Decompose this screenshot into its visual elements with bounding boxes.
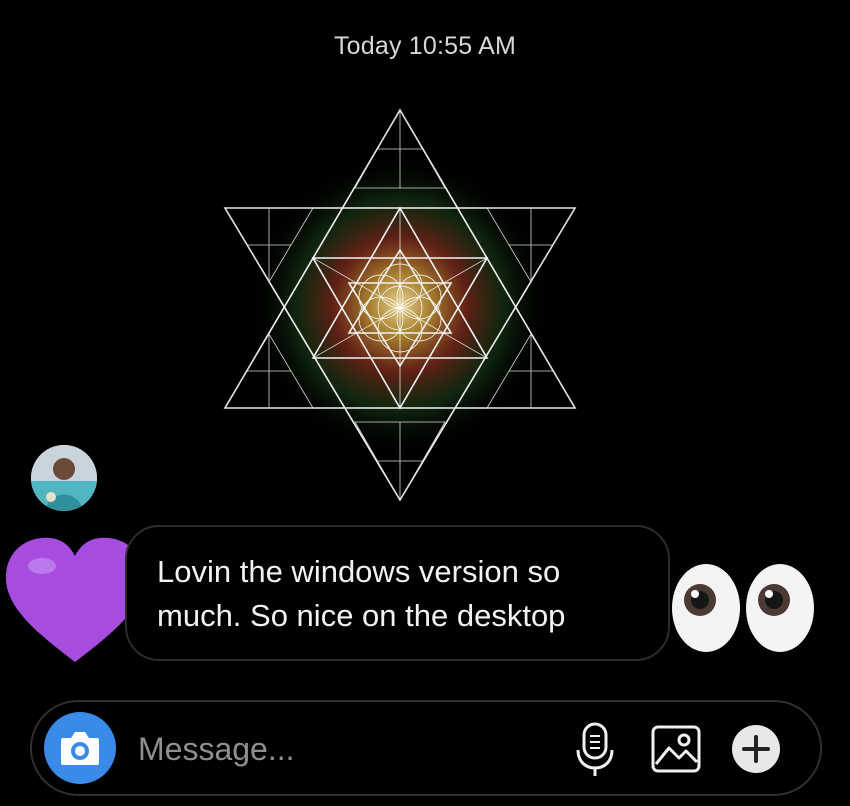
message-composer bbox=[30, 700, 822, 796]
chat-screen: Today 10:55 AM Lovin the windows version… bbox=[0, 0, 850, 806]
plus-icon bbox=[742, 735, 770, 763]
microphone-icon[interactable] bbox=[575, 722, 615, 778]
message-text: Lovin the windows version so much. So ni… bbox=[157, 554, 566, 633]
message-bubble[interactable]: Lovin the windows version so much. So ni… bbox=[125, 525, 670, 661]
camera-button[interactable] bbox=[44, 712, 116, 784]
gallery-icon[interactable] bbox=[650, 724, 702, 774]
camera-icon bbox=[61, 732, 99, 765]
sender-avatar[interactable] bbox=[31, 445, 97, 511]
thread-timestamp: Today 10:55 AM bbox=[333, 32, 517, 60]
eyes-emoji bbox=[672, 564, 814, 652]
more-options-button[interactable] bbox=[732, 725, 780, 773]
shared-image[interactable] bbox=[195, 100, 605, 510]
message-input[interactable] bbox=[136, 720, 560, 778]
